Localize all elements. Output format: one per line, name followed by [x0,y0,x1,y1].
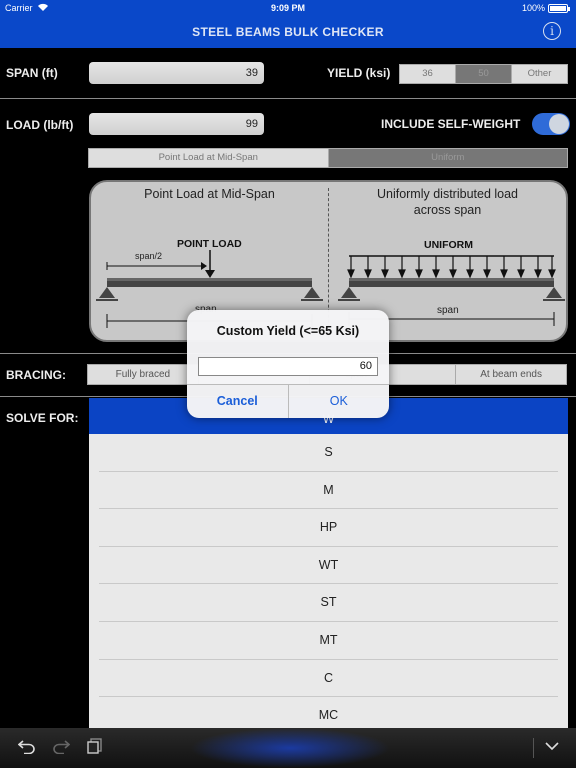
solve-for-label: SOLVE FOR: [6,411,79,425]
dialog-title: Custom Yield (<=65 Ksi) [216,324,360,338]
custom-yield-input[interactable]: 60 [198,357,378,376]
list-item-s[interactable]: S [99,434,558,472]
list-item-hp[interactable]: HP [99,509,558,547]
load-type-uniform[interactable]: Uniform [328,149,567,167]
self-weight-label: INCLUDE SELF-WEIGHT [381,117,521,131]
list-item-c[interactable]: C [99,660,558,698]
load-label: LOAD (lb/ft) [6,118,74,132]
yield-option-36[interactable]: 36 [400,65,456,83]
chevron-down-icon[interactable] [544,738,560,759]
cancel-button[interactable]: Cancel [187,385,289,418]
bracing-option-fully-braced[interactable]: Fully braced [88,365,199,384]
yield-label: YIELD (ksi) [327,66,391,80]
load-input[interactable]: 99 [89,113,264,135]
list-item-st[interactable]: ST [99,584,558,622]
redo-icon[interactable] [52,738,71,759]
app-root: Carrier 9:09 PM 100% STEEL BEAMS BULK CH… [0,0,576,768]
solve-list: S M HP WT ST MT C MC [89,434,568,728]
toolbar-separator [533,738,534,758]
list-item-mc[interactable]: MC [99,697,558,728]
list-item-mt[interactable]: MT [99,622,558,660]
dialog-buttons: Cancel OK [187,384,389,418]
ok-button[interactable]: OK [289,385,390,418]
yield-option-other[interactable]: Other [512,65,567,83]
info-icon[interactable]: i [543,22,561,40]
status-bar: Carrier 9:09 PM 100% [0,0,576,16]
app-title: STEEL BEAMS BULK CHECKER [192,25,384,39]
toggle-knob [549,114,569,134]
battery-percent: 100% [522,3,546,13]
yield-selector: 36 50 Other [399,64,568,84]
status-time: 9:09 PM [270,3,305,13]
toolbar-glow [190,728,390,768]
load-type-selector: Point Load at Mid-Span Uniform [88,148,568,168]
divider [0,98,576,99]
self-weight-toggle[interactable] [532,113,570,135]
list-item-m[interactable]: M [99,472,558,510]
nav-bar: STEEL BEAMS BULK CHECKER i [0,16,576,48]
undo-icon[interactable] [17,738,36,759]
span-label: SPAN (ft) [6,66,58,80]
load-type-point[interactable]: Point Load at Mid-Span [89,149,329,167]
battery-icon [548,4,570,13]
span-input[interactable]: 39 [89,62,264,84]
paste-icon[interactable] [87,738,103,759]
bracing-label: BRACING: [6,368,66,382]
yield-option-50[interactable]: 50 [456,65,512,83]
list-item-wt[interactable]: WT [99,547,558,585]
keyboard-toolbar [0,728,576,768]
bracing-option-beam-ends[interactable]: At beam ends [456,365,566,384]
custom-yield-dialog: Custom Yield (<=65 Ksi) 60 Cancel OK [187,310,389,418]
